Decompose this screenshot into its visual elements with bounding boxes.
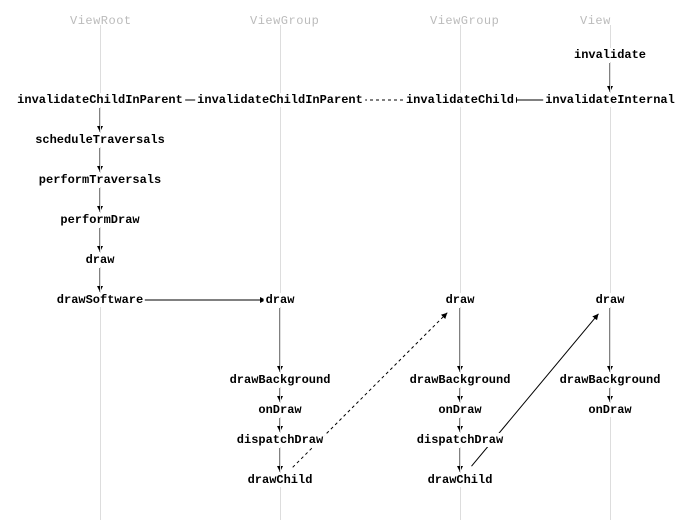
node-drawChild1: drawChild [246,473,315,487]
lane-title-vg2: ViewGroup [430,14,499,28]
node-drawView: draw [594,293,627,307]
node-performDraw: performDraw [58,213,141,227]
node-dispatchDraw2: dispatchDraw [415,433,505,447]
node-drawVG1: draw [264,293,297,307]
node-drawChild2: drawChild [426,473,495,487]
node-drawBackground2: drawBackground [408,373,513,387]
node-performTraversals: performTraversals [37,173,163,187]
node-scheduleTraversals: scheduleTraversals [33,133,167,147]
node-onDrawV: onDraw [586,403,633,417]
node-drawRoot: draw [84,253,117,267]
node-invalidate: invalidate [572,48,648,62]
node-invalidateChildInParent1: invalidateChildInParent [15,93,185,107]
node-invalidateInternal: invalidateInternal [543,93,677,107]
node-invalidateChildInParent2: invalidateChildInParent [195,93,365,107]
node-drawSoftware: drawSoftware [55,293,145,307]
lane-title-view: View [580,14,611,28]
node-drawVG2: draw [444,293,477,307]
node-drawBackgroundV: drawBackground [558,373,663,387]
node-invalidateChild: invalidateChild [404,93,516,107]
node-dispatchDraw1: dispatchDraw [235,433,325,447]
node-onDraw1: onDraw [256,403,303,417]
node-onDraw2: onDraw [436,403,483,417]
diagram-stage: ViewRoot ViewGroup ViewGroup View invalidate… [0,0,700,524]
lane-title-vg1: ViewGroup [250,14,319,28]
lane-title-viewroot: ViewRoot [70,14,132,28]
node-drawBackground1: drawBackground [228,373,333,387]
